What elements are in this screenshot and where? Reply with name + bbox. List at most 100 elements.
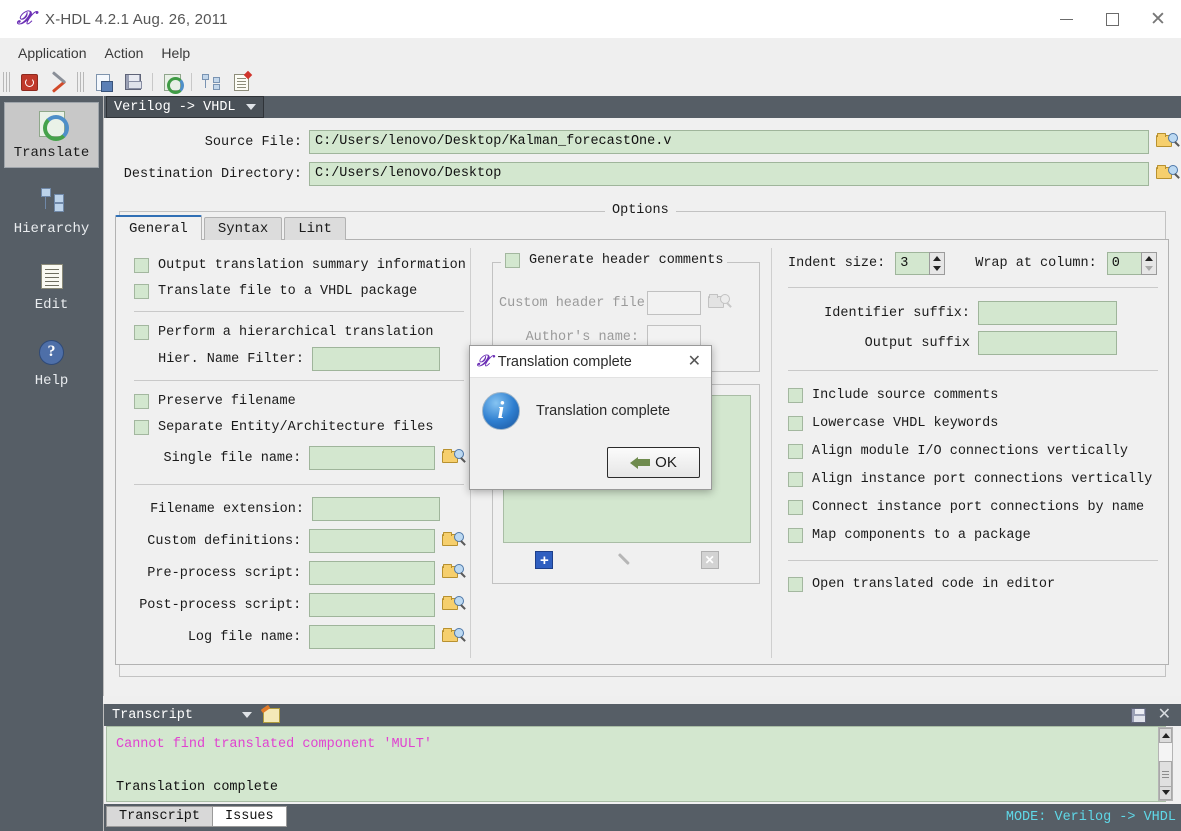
checkbox-icon[interactable] — [134, 257, 149, 273]
tab-syntax[interactable]: Syntax — [203, 217, 283, 240]
toolbar-grip-2[interactable] — [77, 72, 84, 92]
custom-definitions-input[interactable] — [309, 529, 436, 553]
checkbox-label: Generate header comments — [529, 253, 724, 268]
sidebar-item-translate[interactable]: Translate — [4, 102, 99, 168]
close-button[interactable]: ✕ — [1135, 0, 1181, 38]
generate-header-comments-legend[interactable]: Generate header comments — [501, 253, 728, 268]
chevron-down-icon — [1161, 790, 1170, 795]
transcript-scrollbar[interactable] — [1158, 727, 1173, 801]
save-button[interactable] — [121, 71, 145, 93]
indent-size-stepper[interactable]: 3 — [895, 252, 946, 275]
scroll-up-button[interactable] — [1159, 728, 1172, 743]
tab-transcript[interactable]: Transcript — [106, 805, 214, 827]
maximize-icon — [1105, 12, 1119, 26]
destination-directory-input[interactable]: C:/Users/lenovo/Desktop — [309, 162, 1149, 186]
hier-name-filter-input[interactable] — [312, 347, 440, 371]
edit-icon — [233, 73, 249, 91]
tab-general[interactable]: General — [115, 215, 202, 240]
log-file-name-browse-button[interactable] — [442, 627, 464, 648]
info-icon: i — [482, 392, 520, 430]
divider-right-1 — [788, 287, 1158, 288]
checkbox-translate-to-vhdl-package[interactable]: Translate file to a VHDL package — [134, 278, 464, 304]
checkbox-icon[interactable] — [788, 471, 803, 487]
scroll-track[interactable] — [1159, 743, 1172, 787]
checkbox-lowercase-vhdl-keywords[interactable]: Lowercase VHDL keywords — [788, 409, 1158, 437]
checkbox-preserve-filename[interactable]: Preserve filename — [134, 388, 464, 414]
identifier-suffix-input[interactable] — [978, 301, 1117, 325]
mode-selector[interactable]: Verilog -> VHDL — [106, 96, 264, 118]
single-file-name-input[interactable] — [309, 446, 436, 470]
transcript-selector[interactable]: Transcript — [107, 705, 257, 725]
checkbox-icon[interactable] — [788, 576, 803, 592]
checkbox-icon[interactable] — [505, 253, 520, 268]
custom-header-file-label: Custom header file: — [499, 295, 653, 311]
maximize-button[interactable] — [1089, 0, 1135, 38]
post-process-script-input[interactable] — [309, 593, 436, 617]
checkbox-separate-entity-architecture[interactable]: Separate Entity/Architecture files — [134, 414, 464, 440]
indent-size-up-button[interactable] — [930, 253, 944, 264]
checkbox-open-translated-code-in-editor[interactable]: Open translated code in editor — [788, 570, 1158, 598]
checkbox-include-source-comments[interactable]: Include source comments — [788, 381, 1158, 409]
destination-directory-browse-button[interactable] — [1156, 164, 1178, 185]
close-icon[interactable]: ✕ — [1158, 707, 1171, 723]
toolbar-grip[interactable] — [3, 72, 10, 92]
wrap-at-column-value[interactable]: 0 — [1106, 252, 1141, 275]
custom-definitions-browse-button[interactable] — [442, 531, 464, 552]
minimize-button[interactable] — [1043, 0, 1089, 38]
checkbox-icon[interactable] — [788, 499, 803, 515]
source-file-input[interactable]: C:/Users/lenovo/Desktop/Kalman_forecastO… — [309, 130, 1149, 154]
checkbox-icon[interactable] — [134, 393, 149, 409]
checkbox-icon[interactable] — [788, 415, 803, 431]
checkbox-icon[interactable] — [788, 387, 803, 403]
sidebar-item-edit[interactable]: Edit — [4, 254, 99, 320]
checkbox-connect-instance-port-by-name[interactable]: Connect instance port connections by nam… — [788, 493, 1158, 521]
scroll-thumb[interactable] — [1159, 761, 1172, 787]
tab-lint[interactable]: Lint — [284, 217, 346, 240]
pre-process-script-browse-button[interactable] — [442, 563, 464, 584]
note-icon[interactable] — [263, 707, 280, 723]
tab-issues[interactable]: Issues — [212, 805, 287, 827]
filename-extension-input[interactable] — [312, 497, 440, 521]
checkbox-hierarchical-translation[interactable]: Perform a hierarchical translation — [134, 319, 464, 345]
post-process-script-browse-button[interactable] — [442, 595, 464, 616]
checkbox-output-translation-summary[interactable]: Output translation summary information — [134, 252, 466, 278]
hierarchy-button[interactable] — [199, 71, 223, 93]
edit-button[interactable] — [229, 71, 253, 93]
divider-right-3 — [788, 560, 1158, 561]
close-icon[interactable]: ✕ — [685, 353, 704, 370]
pre-process-script-input[interactable] — [309, 561, 436, 585]
menu-item-action[interactable]: Action — [96, 42, 153, 64]
sidebar-item-help[interactable]: ? Help — [4, 330, 99, 396]
exit-button[interactable] — [17, 71, 41, 93]
checkbox-icon[interactable] — [788, 527, 803, 543]
sidebar-item-hierarchy[interactable]: Hierarchy — [4, 178, 99, 244]
output-suffix-row: Output suffix — [788, 328, 1158, 358]
save-as-button[interactable] — [91, 71, 115, 93]
log-file-name-input[interactable] — [309, 625, 436, 649]
indent-size-value[interactable]: 3 — [895, 252, 930, 275]
checkbox-align-instance-port[interactable]: Align instance port connections vertical… — [788, 465, 1158, 493]
indent-size-down-button[interactable] — [930, 264, 944, 275]
wrap-at-column-stepper[interactable]: 0 — [1106, 252, 1157, 275]
checkbox-icon[interactable] — [134, 283, 149, 299]
checkbox-align-module-io[interactable]: Align module I/O connections vertically — [788, 437, 1158, 465]
wrap-at-column-down-button[interactable] — [1142, 264, 1156, 275]
checkbox-icon[interactable] — [134, 419, 149, 435]
checkbox-icon[interactable] — [134, 324, 149, 340]
save-icon[interactable] — [1130, 707, 1146, 723]
ok-button[interactable]: OK — [607, 447, 700, 478]
scroll-down-button[interactable] — [1159, 785, 1172, 800]
add-icon[interactable]: + — [535, 551, 554, 569]
output-suffix-input[interactable] — [978, 331, 1117, 355]
menu-item-help[interactable]: Help — [152, 42, 199, 64]
wrap-at-column-up-button[interactable] — [1142, 253, 1156, 264]
translate-button[interactable] — [160, 71, 184, 94]
transcript-output[interactable]: Cannot find translated component 'MULT' … — [106, 726, 1166, 802]
tools-button[interactable] — [47, 71, 71, 93]
checkbox-map-components-to-package[interactable]: Map components to a package — [788, 521, 1158, 549]
single-file-name-browse-button[interactable] — [442, 448, 464, 469]
checkbox-icon[interactable] — [788, 443, 803, 459]
source-file-browse-button[interactable] — [1156, 132, 1178, 153]
dialog-message: Translation complete — [536, 403, 671, 419]
menu-item-application[interactable]: Application — [9, 42, 96, 64]
